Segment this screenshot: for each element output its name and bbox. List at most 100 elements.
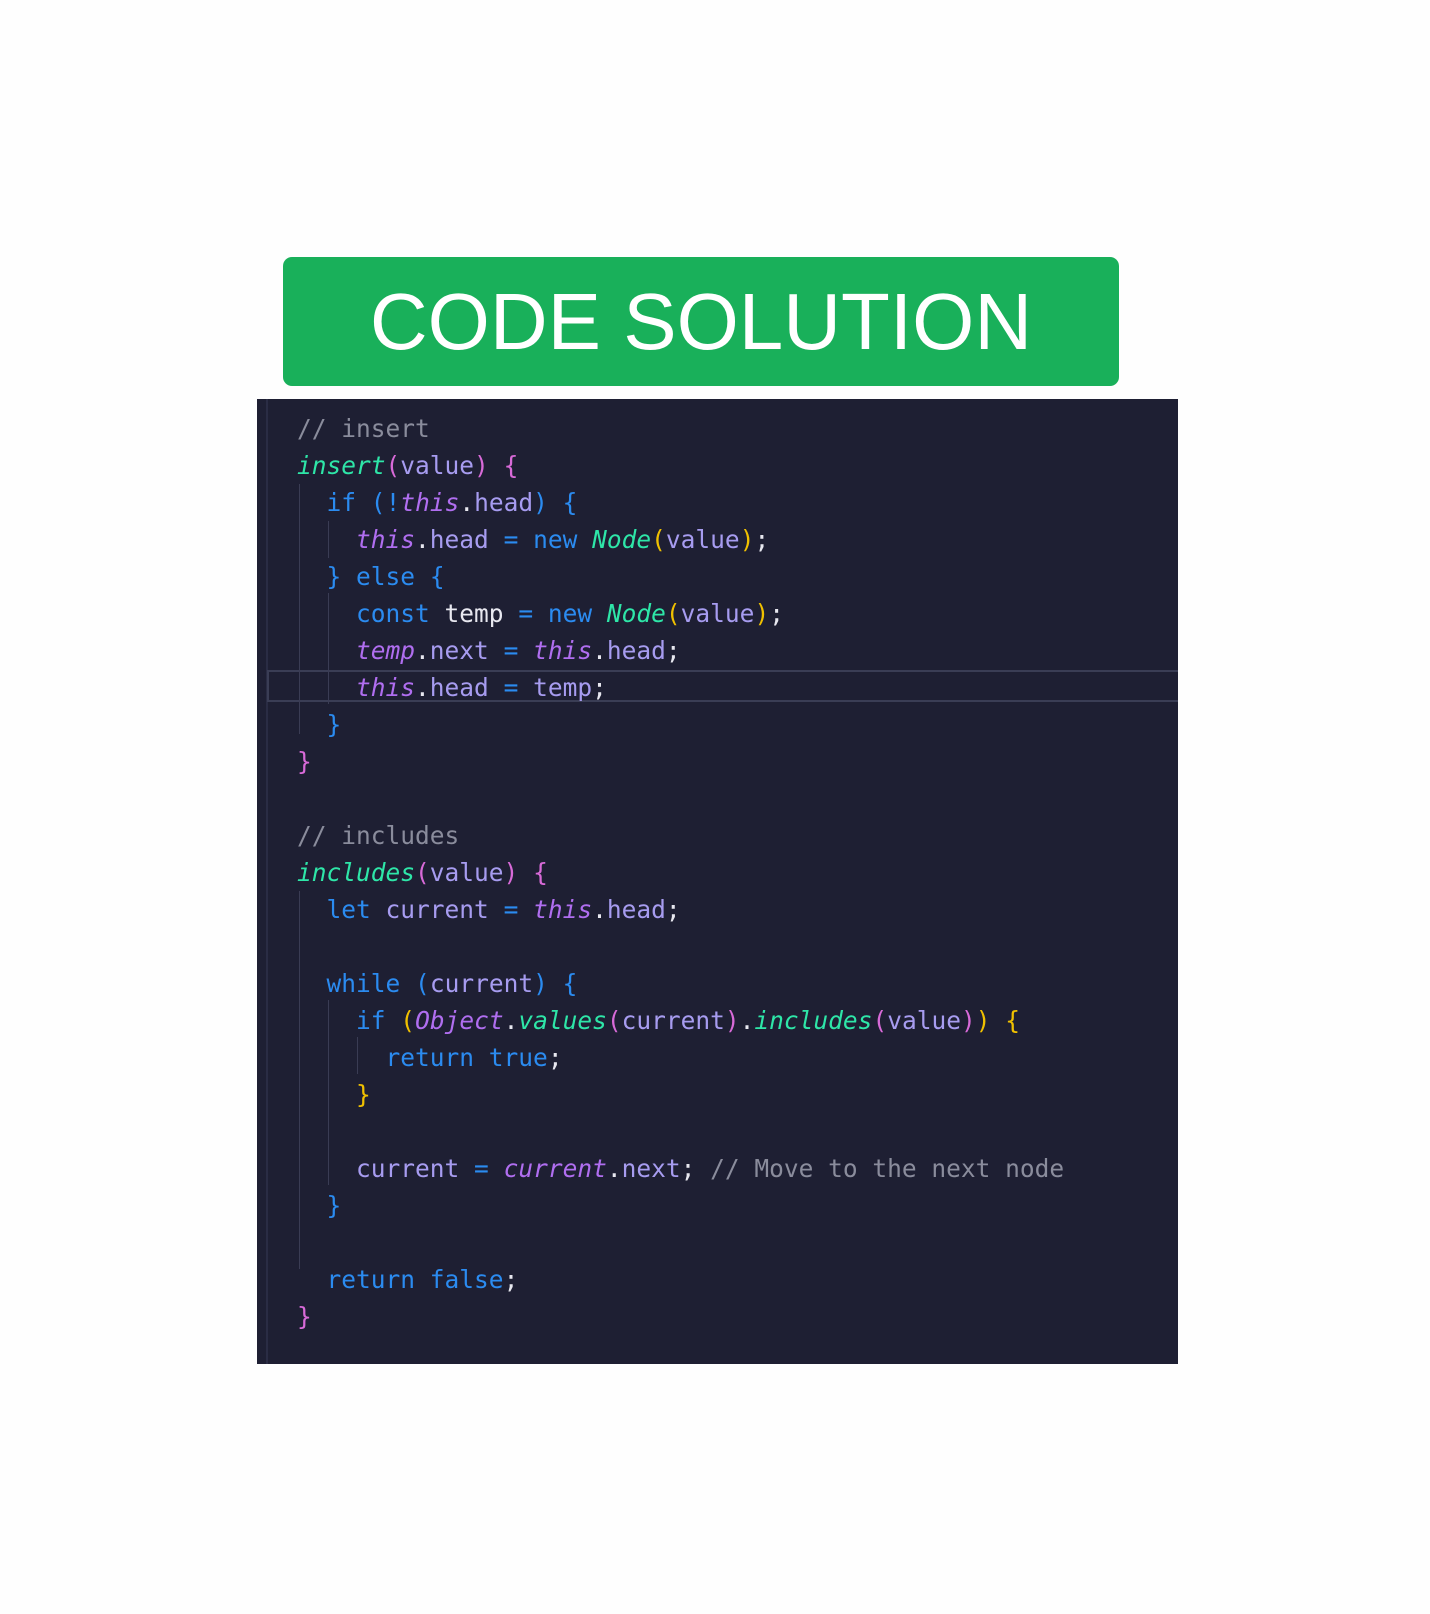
code-token: =	[503, 673, 519, 702]
code-line: return true;	[297, 1039, 1064, 1076]
code-token: }	[326, 710, 342, 739]
code-line: }	[297, 706, 1064, 743]
code-token: }	[326, 1191, 342, 1220]
code-token: this	[356, 673, 416, 702]
code-token: return	[385, 1043, 475, 1072]
code-token: head	[606, 636, 666, 665]
code-token: (	[606, 1006, 622, 1035]
code-line: temp.next = this.head;	[297, 632, 1064, 669]
code-token: value	[887, 1006, 961, 1035]
code-token: current	[503, 1154, 607, 1183]
code-token: .	[503, 1006, 519, 1035]
code-token: current	[429, 969, 534, 998]
code-token: insert	[297, 451, 386, 480]
code-token: this	[533, 636, 593, 665]
code-token: new	[547, 599, 593, 628]
code-token: head	[429, 673, 489, 702]
code-token: ;	[754, 525, 770, 554]
code-token: .	[415, 673, 430, 702]
code-line: this.head = temp;	[297, 669, 1064, 706]
code-token: current	[621, 1006, 725, 1035]
code-token: Node	[592, 525, 652, 554]
code-token: value	[680, 599, 755, 628]
code-editor[interactable]: // insert insert(value) { if (!this.head)…	[257, 399, 1178, 1364]
code-line: return false;	[297, 1261, 1064, 1298]
code-token: ;	[592, 673, 607, 702]
code-token: .	[459, 488, 475, 517]
code-token: new	[533, 525, 578, 554]
code-token: !	[385, 488, 401, 517]
code-line: }	[297, 1187, 1064, 1224]
code-line: } else {	[297, 558, 1064, 595]
code-token: (	[665, 599, 681, 628]
code-token: head	[429, 525, 489, 554]
code-token: let	[326, 895, 371, 924]
code-token: )	[503, 858, 519, 887]
code-token: .	[415, 636, 430, 665]
code-token: while	[326, 969, 401, 998]
code-line: let current = this.head;	[297, 891, 1064, 928]
code-line: }	[297, 1076, 1064, 1113]
code-token: this	[533, 895, 593, 924]
code-token: value	[429, 858, 504, 887]
code-line: const temp = new Node(value);	[297, 595, 1064, 632]
code-token: includes	[297, 858, 416, 887]
code-token: temp	[444, 599, 504, 628]
code-line: if (Object.values(current).includes(valu…	[297, 1002, 1064, 1039]
code-token: value	[665, 525, 740, 554]
code-token: .	[739, 1006, 755, 1035]
code-token: ;	[665, 636, 681, 665]
code-content[interactable]: // insert insert(value) { if (!this.head)…	[297, 410, 1064, 1335]
code-token: )	[724, 1006, 740, 1035]
code-token: this	[400, 488, 460, 517]
code-token: .	[592, 895, 607, 924]
code-token: =	[503, 525, 519, 554]
code-token: )	[474, 451, 489, 480]
code-token: this	[356, 525, 416, 554]
code-token: {	[1005, 1006, 1021, 1035]
code-token: ;	[503, 1265, 519, 1294]
code-token: =	[503, 636, 519, 665]
code-token: else	[356, 562, 416, 591]
code-solution-banner: CODE SOLUTION	[283, 257, 1119, 386]
code-line: }	[297, 1298, 1064, 1335]
code-token: if	[326, 488, 357, 517]
code-token: current	[356, 1154, 460, 1183]
code-token: Object	[415, 1006, 504, 1035]
code-token: (	[415, 969, 430, 998]
code-token: {	[429, 562, 445, 591]
code-token: // insert	[297, 414, 430, 443]
code-token: {	[562, 969, 578, 998]
